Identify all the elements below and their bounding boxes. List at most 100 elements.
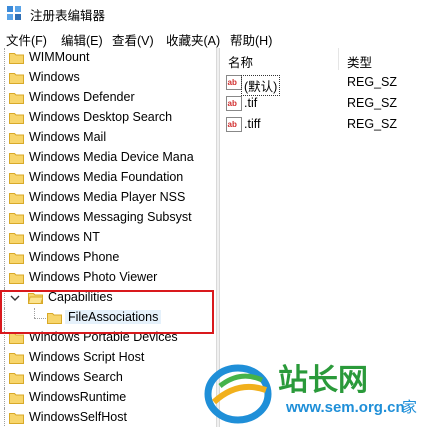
folder-icon: [9, 171, 24, 184]
tree-connector-line: [4, 48, 5, 68]
svg-text:www.sem.org.cn: www.sem.org.cn: [285, 399, 405, 416]
tree-item[interactable]: Windows NT: [0, 228, 216, 248]
tree-connector-line: [4, 148, 5, 168]
tree-item[interactable]: Windows Media Foundation: [0, 168, 216, 188]
collapse-chevron-icon[interactable]: [9, 292, 21, 304]
folder-icon: [9, 131, 24, 144]
tree-item[interactable]: Capabilities: [0, 288, 216, 308]
tree-item-label: WindowsSelfHost: [29, 410, 127, 424]
menu-help[interactable]: 帮助(H): [230, 30, 272, 49]
folder-icon: [9, 51, 24, 64]
value-name: .tiff: [244, 117, 261, 131]
folder-icon: [9, 91, 24, 104]
tree-item-label: Windows Script Host: [29, 350, 145, 364]
menu-file[interactable]: 文件(F): [6, 30, 47, 49]
tree-item-label: Windows Mail: [29, 130, 107, 144]
tree-item-label: Windows Defender: [29, 90, 135, 104]
tree-item-label: Windows Phone: [29, 250, 120, 264]
registry-tree[interactable]: WIMMount Windows Windows Defender Window…: [0, 48, 216, 427]
column-header-type[interactable]: 类型: [347, 52, 372, 74]
menu-edit[interactable]: 编辑(E): [61, 30, 103, 49]
tree-connector-line: [4, 188, 5, 208]
tree-item[interactable]: FileAssociations: [0, 308, 216, 328]
title-bar: 注册表编辑器: [0, 0, 424, 26]
folder-icon: [9, 411, 24, 424]
tree-item[interactable]: Windows Photo Viewer: [0, 268, 216, 288]
tree-item-label: Windows Messaging Subsyst: [29, 210, 192, 224]
string-value-icon: ab: [226, 117, 242, 132]
tree-connector-line: [4, 128, 5, 148]
folder-icon: [9, 251, 24, 264]
tree-connector-line: [4, 248, 5, 268]
tree-connector-line: [4, 308, 5, 328]
tree-item-label: Windows Media Foundation: [29, 170, 184, 184]
folder-icon: [9, 111, 24, 124]
tree-connector-line: [4, 168, 5, 188]
tree-item[interactable]: WIMMount: [0, 48, 216, 68]
watermark-logo: 站长网 www.sem.org.cn 家: [200, 350, 424, 427]
tree-connector-line: [4, 108, 5, 128]
tree-item[interactable]: Windows Messaging Subsyst: [0, 208, 216, 228]
tree-item[interactable]: Windows Media Player NSS: [0, 188, 216, 208]
tree-connector-line: [4, 408, 5, 427]
svg-text:ab: ab: [228, 78, 237, 87]
tree-item-label: Windows Portable Devices: [29, 330, 178, 344]
svg-text:家: 家: [402, 398, 417, 416]
menu-favorites[interactable]: 收藏夹(A): [166, 30, 220, 49]
tree-item[interactable]: WindowsRuntime: [0, 388, 216, 408]
menu-view[interactable]: 查看(V): [112, 30, 154, 49]
tree-connector-line: [4, 88, 5, 108]
string-value-icon: ab: [226, 96, 242, 111]
tree-item-label: Windows Media Player NSS: [29, 190, 186, 204]
tree-item[interactable]: Windows Portable Devices: [0, 328, 216, 348]
tree-item[interactable]: Windows Media Device Mana: [0, 148, 216, 168]
tree-item-label: Windows Search: [29, 370, 123, 384]
tree-connector-line: [4, 208, 5, 228]
tree-item-label: Windows Photo Viewer: [29, 270, 158, 284]
regedit-app-icon: [7, 6, 21, 20]
folder-icon: [9, 271, 24, 284]
folder-icon: [47, 311, 62, 324]
column-separator[interactable]: [338, 48, 339, 70]
value-type: REG_SZ: [347, 117, 398, 131]
value-type: REG_SZ: [347, 75, 398, 89]
tree-item[interactable]: Windows: [0, 68, 216, 88]
value-row[interactable]: ab .tiff REG_SZ: [220, 114, 424, 135]
tree-connector-line: [4, 388, 5, 408]
tree-connector-line: [34, 318, 46, 319]
tree-item[interactable]: Windows Phone: [0, 248, 216, 268]
folder-icon: [9, 211, 24, 224]
tree-item[interactable]: WindowsSelfHost: [0, 408, 216, 427]
tree-connector-line: [4, 228, 5, 248]
tree-connector-line: [4, 368, 5, 388]
folder-icon: [9, 151, 24, 164]
tree-connector-line: [4, 268, 5, 288]
value-type: REG_SZ: [347, 96, 398, 110]
folder-icon: [9, 71, 24, 84]
value-row[interactable]: ab .tif REG_SZ: [220, 93, 424, 114]
menu-bar: 文件(F) 编辑(E) 查看(V) 收藏夹(A) 帮助(H): [0, 26, 424, 49]
folder-icon: [28, 291, 43, 304]
folder-icon: [9, 191, 24, 204]
tree-item[interactable]: Windows Script Host: [0, 348, 216, 368]
tree-connector-line: [4, 288, 5, 308]
tree-connector-line: [4, 328, 5, 348]
window-title: 注册表编辑器: [30, 9, 106, 23]
tree-item[interactable]: Windows Desktop Search: [0, 108, 216, 128]
tree-item-label: WIMMount: [29, 50, 90, 64]
tree-item-label: FileAssociations: [65, 310, 162, 324]
tree-item[interactable]: Windows Mail: [0, 128, 216, 148]
tree-item-label: Windows Media Device Mana: [29, 150, 194, 164]
tree-item-label: WindowsRuntime: [29, 390, 127, 404]
tree-item[interactable]: Windows Search: [0, 368, 216, 388]
string-value-icon: ab: [226, 75, 242, 90]
tree-connector-line: [4, 68, 5, 88]
watermark-emblem-icon: 站长网 www.sem.org.cn 家: [204, 363, 417, 424]
svg-text:ab: ab: [228, 120, 237, 129]
tree-item[interactable]: Windows Defender: [0, 88, 216, 108]
column-header-name[interactable]: 名称: [228, 52, 253, 74]
value-row[interactable]: ab (默认) REG_SZ: [220, 72, 424, 96]
tree-item-label: Windows NT: [29, 230, 100, 244]
tree-item-label: Capabilities: [48, 290, 113, 304]
tree-connector-line: [4, 348, 5, 368]
